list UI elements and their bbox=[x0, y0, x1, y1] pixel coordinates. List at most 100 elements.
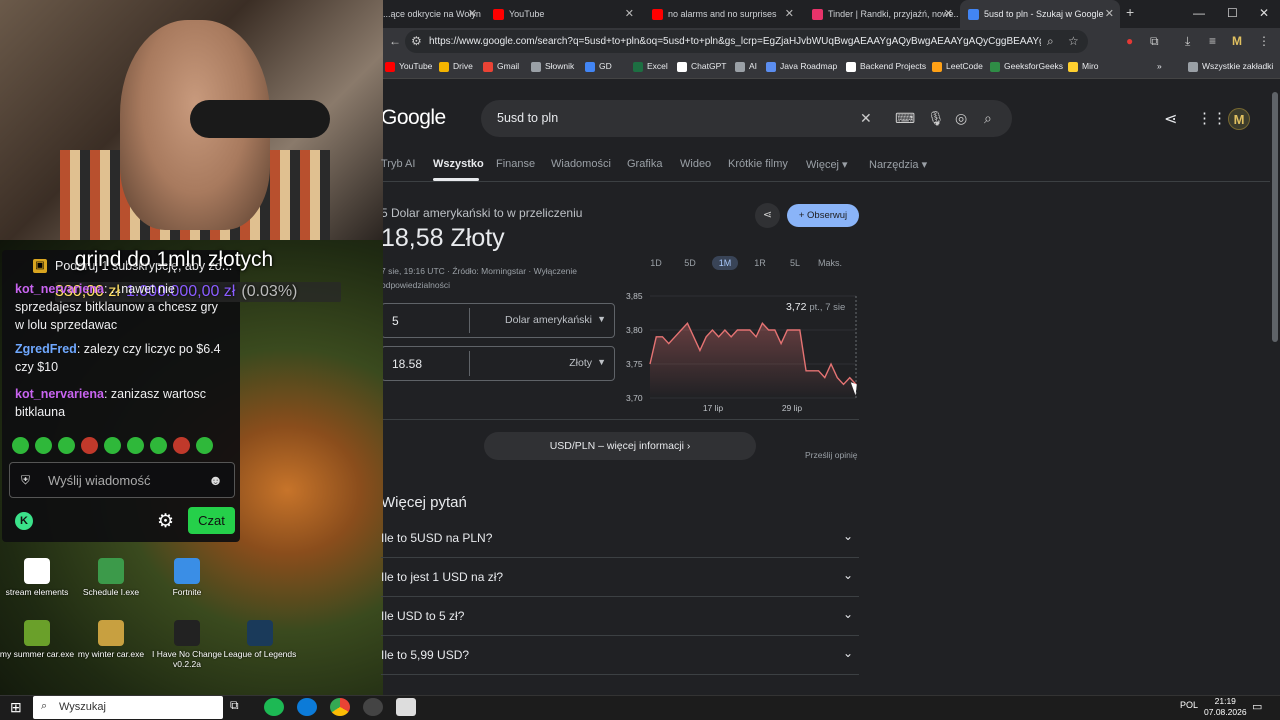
lens-icon[interactable]: ◎ bbox=[955, 110, 967, 127]
range-option[interactable]: 1M bbox=[712, 256, 738, 270]
close-window-icon[interactable]: ✕ bbox=[1259, 6, 1269, 20]
bookmark-item[interactable]: YouTube bbox=[385, 61, 432, 72]
search-tab[interactable]: Narzędzia ▾ bbox=[869, 158, 927, 171]
search-query[interactable]: 5usd to pln bbox=[497, 111, 558, 125]
taskbar-clock[interactable]: 21:19 07.08.2026 bbox=[1204, 696, 1247, 718]
page-scrollbar[interactable] bbox=[1270, 80, 1280, 695]
share-icon[interactable]: ⋖ bbox=[1164, 109, 1177, 129]
from-currency-field[interactable]: 5 Dolar amerykański ▼ bbox=[381, 303, 615, 338]
task-view-icon[interactable]: ⧉ bbox=[230, 698, 250, 716]
emote-icon[interactable] bbox=[150, 437, 167, 454]
notification-icon[interactable]: ▭ bbox=[1252, 700, 1262, 713]
search-tab[interactable]: Wiadomości bbox=[551, 158, 611, 170]
search-tab[interactable]: Finanse bbox=[496, 158, 535, 170]
browser-tab[interactable]: 5usd to pln - Szukaj w Google ✕ bbox=[960, 0, 1120, 28]
search-icon[interactable]: ⌕ bbox=[984, 110, 992, 127]
menu-kebab-icon[interactable]: ⋮ bbox=[1258, 34, 1270, 48]
keyboard-icon[interactable]: ⌨ bbox=[895, 110, 915, 127]
back-icon[interactable]: ← bbox=[389, 34, 401, 48]
taskbar-search[interactable]: ⌕ Wyszukaj bbox=[33, 696, 223, 719]
paa-question[interactable]: Ile USD to 5 zł? ⌄ bbox=[381, 597, 859, 636]
emote-icon[interactable] bbox=[58, 437, 75, 454]
search-tab[interactable]: Wszystko bbox=[433, 158, 484, 170]
close-tab-icon[interactable]: ✕ bbox=[468, 0, 477, 28]
desktop-shortcut[interactable]: League of Legends bbox=[215, 620, 305, 659]
bookmark-item[interactable]: Drive bbox=[439, 61, 473, 72]
range-option[interactable]: 1D bbox=[643, 256, 669, 270]
chevron-down-icon[interactable]: ⌄ bbox=[843, 568, 853, 582]
search-tab[interactable]: Wideo bbox=[680, 158, 711, 170]
search-tab[interactable]: Grafika bbox=[627, 158, 662, 170]
all-bookmarks[interactable]: Wszystkie zakładki bbox=[1188, 61, 1273, 72]
gear-icon[interactable]: ⚙ bbox=[157, 510, 174, 533]
media-icon[interactable]: ≡ bbox=[1209, 34, 1216, 48]
to-currency-field[interactable]: 18.58 Złoty ▼ bbox=[381, 346, 615, 381]
range-option[interactable]: 1R bbox=[747, 256, 773, 270]
paa-question[interactable]: Ile to 5USD na PLN? ⌄ bbox=[381, 519, 859, 558]
windows-start-icon[interactable]: ⊞ bbox=[10, 699, 22, 716]
close-tab-icon[interactable]: ✕ bbox=[1105, 0, 1114, 28]
edge-icon[interactable] bbox=[297, 698, 317, 716]
emote-icon[interactable] bbox=[196, 437, 213, 454]
chrome-icon[interactable] bbox=[330, 698, 350, 716]
bookmark-item[interactable]: Gmail bbox=[483, 61, 519, 72]
search-tab[interactable]: Krótkie filmy bbox=[728, 158, 788, 170]
microphone-icon[interactable]: 🎙 bbox=[927, 110, 945, 127]
minimize-icon[interactable]: — bbox=[1193, 6, 1205, 20]
bookmarks-overflow-icon[interactable]: » bbox=[1157, 61, 1162, 71]
download-icon[interactable]: ⤓ bbox=[1185, 34, 1190, 49]
bookmark-item[interactable]: Excel bbox=[633, 61, 668, 72]
browser-tab[interactable]: no alarms and no surprises ✕ bbox=[644, 0, 800, 28]
from-currency-select[interactable]: Dolar amerykański bbox=[505, 314, 592, 326]
feedback-link[interactable]: Prześlij opinię bbox=[805, 450, 857, 460]
chat-username[interactable]: kot_nervariena bbox=[15, 387, 104, 401]
bookmark-item[interactable]: Miro bbox=[1068, 61, 1099, 72]
emote-icon[interactable] bbox=[173, 437, 190, 454]
chat-input[interactable]: ⛨ Wyślij wiadomość ☻ bbox=[9, 462, 235, 498]
browser-tab[interactable]: Tinder | Randki, przyjaźń, nowe... ✕ bbox=[804, 0, 959, 28]
desktop-shortcut[interactable]: Fortnite bbox=[142, 558, 232, 597]
close-tab-icon[interactable]: ✕ bbox=[785, 0, 794, 28]
site-info-icon[interactable]: ⚙ bbox=[411, 34, 422, 48]
chat-send-button[interactable]: Czat bbox=[188, 507, 235, 534]
chat-username[interactable]: kot_nervariena bbox=[15, 282, 104, 296]
bookmark-item[interactable]: AI bbox=[735, 61, 757, 72]
emote-icon[interactable] bbox=[35, 437, 52, 454]
share-result-button[interactable]: ⋖ bbox=[755, 203, 780, 228]
language-indicator[interactable]: POL bbox=[1180, 700, 1198, 710]
app-icon[interactable] bbox=[396, 698, 416, 716]
close-tab-icon[interactable]: ✕ bbox=[625, 0, 634, 28]
apps-grid-icon[interactable]: ⋮⋮ bbox=[1197, 109, 1227, 127]
extensions-puzzle-icon[interactable]: ⧉ bbox=[1150, 34, 1159, 49]
spotify-icon[interactable] bbox=[264, 698, 284, 716]
search-tab[interactable]: Więcej ▾ bbox=[806, 158, 848, 171]
zoom-icon[interactable]: ⌕ bbox=[1047, 34, 1054, 49]
chevron-down-icon[interactable]: ▼ bbox=[597, 357, 606, 367]
emote-icon[interactable] bbox=[127, 437, 144, 454]
search-tab[interactable]: Tryb AI bbox=[381, 158, 415, 170]
clear-search-icon[interactable]: ✕ bbox=[860, 110, 872, 127]
more-info-button[interactable]: USD/PLN – więcej informacji › bbox=[484, 432, 756, 460]
browser-tab[interactable]: YouTube ✕ bbox=[485, 0, 640, 28]
range-option[interactable]: 5D bbox=[677, 256, 703, 270]
new-tab-icon[interactable]: + bbox=[1126, 4, 1134, 20]
chevron-down-icon[interactable]: ⌄ bbox=[843, 646, 853, 660]
bookmark-item[interactable]: Słownik bbox=[531, 61, 574, 72]
close-tab-icon[interactable]: ✕ bbox=[944, 0, 953, 28]
follow-button[interactable]: + Obserwuj bbox=[787, 204, 859, 227]
paa-question[interactable]: Ile to jest 1 USD na zł? ⌄ bbox=[381, 558, 859, 597]
chevron-down-icon[interactable]: ⌄ bbox=[843, 607, 853, 621]
range-option[interactable]: 5L bbox=[782, 256, 808, 270]
bookmark-item[interactable]: GeeksforGeeks bbox=[990, 61, 1063, 72]
obs-icon[interactable] bbox=[363, 698, 383, 716]
to-amount[interactable]: 18.58 bbox=[392, 357, 422, 371]
bookmark-item[interactable]: Backend Projects bbox=[846, 61, 926, 72]
range-option[interactable]: Maks. bbox=[816, 256, 844, 270]
chevron-down-icon[interactable]: ⌄ bbox=[843, 529, 853, 543]
emoji-icon[interactable]: ☻ bbox=[208, 472, 223, 488]
scrollbar-thumb[interactable] bbox=[1272, 92, 1278, 342]
emote-icon[interactable] bbox=[81, 437, 98, 454]
bookmark-item[interactable]: GD bbox=[585, 61, 612, 72]
bookmark-item[interactable]: LeetCode bbox=[932, 61, 983, 72]
chevron-down-icon[interactable]: ▼ bbox=[597, 314, 606, 324]
